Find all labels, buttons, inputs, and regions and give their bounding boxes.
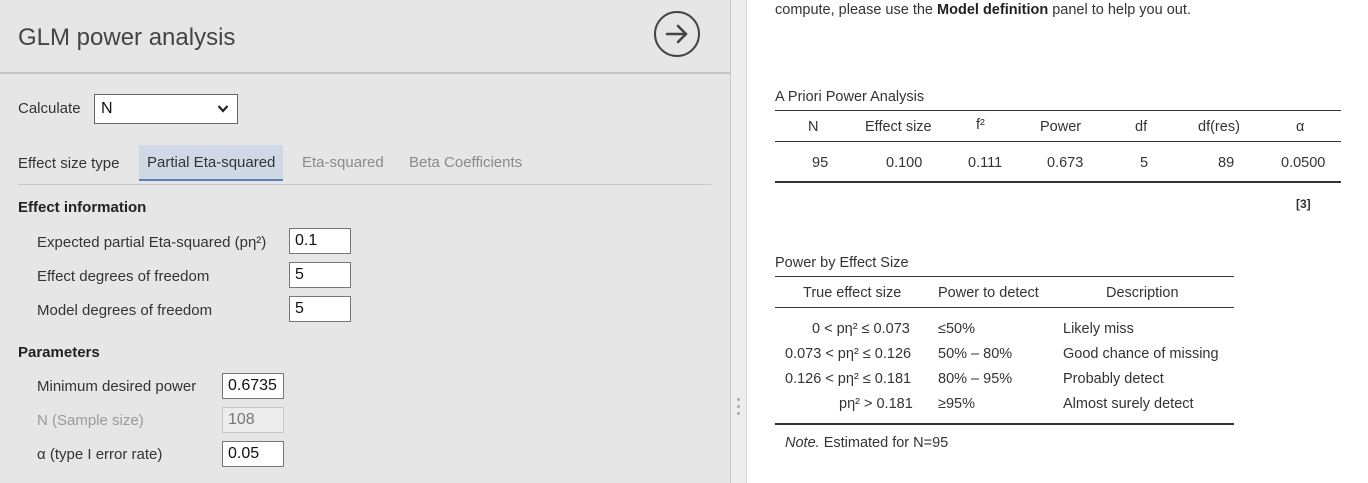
sample-size-input: 108: [222, 407, 284, 433]
power-effect-description: Almost surely detect: [1063, 396, 1194, 412]
grip-dot: [737, 398, 740, 401]
alpha-label: α (type I error rate): [37, 446, 163, 463]
effect-size-tabs: Partial Eta-squared Eta-squared Beta Coe…: [18, 145, 711, 185]
apriori-header-rule: [775, 141, 1341, 142]
effect-df-input[interactable]: 5: [289, 262, 351, 288]
apriori-header-dfres: df(res): [1198, 119, 1240, 135]
power-effect-header-rule: [775, 307, 1234, 308]
note-label: Note.: [785, 435, 820, 451]
expected-eta-label: Expected partial Eta-squared (pη²): [37, 234, 267, 251]
model-definition-link-text: Model definition: [937, 2, 1049, 18]
panel-title: GLM power analysis: [18, 24, 236, 51]
power-effect-power: 80% – 95%: [938, 371, 1013, 387]
apriori-top-rule: [775, 110, 1341, 111]
apriori-cell-alpha: 0.0500: [1281, 155, 1326, 171]
expected-eta-input[interactable]: 0.1: [289, 228, 351, 254]
grip-dot: [737, 405, 740, 408]
apriori-header-effect-size: Effect size: [865, 119, 932, 135]
power-effect-range: 0.073 < pη² ≤ 0.126: [785, 346, 912, 362]
apriori-cell-n: 95: [812, 155, 829, 171]
power-effect-power: ≤50%: [938, 321, 975, 337]
apriori-bottom-rule: [775, 181, 1341, 183]
power-effect-power: ≥95%: [938, 396, 975, 412]
intro-text-pre: compute, please use the: [775, 2, 938, 18]
intro-text: compute, please use the Model definition…: [775, 2, 1191, 18]
min-power-input[interactable]: 0.6735: [222, 373, 284, 399]
power-effect-range: 0.126 < pη² ≤ 0.181: [785, 371, 912, 387]
reference-marker[interactable]: [3]: [1296, 197, 1311, 211]
options-header: GLM power analysis: [0, 0, 730, 74]
panel-splitter[interactable]: [731, 0, 747, 483]
table-note: Note. Estimated for N=95: [785, 435, 948, 451]
tab-beta-coefficients[interactable]: Beta Coefficients: [409, 145, 522, 180]
power-effect-bottom-rule: [775, 423, 1234, 425]
power-effect-header-true-size: True effect size: [803, 285, 902, 301]
apriori-header-alpha: α: [1296, 119, 1305, 135]
apriori-cell-dfres: 89: [1218, 155, 1235, 171]
note-text: Estimated for N=95: [819, 435, 949, 451]
apriori-cell-f2: 0.111: [968, 155, 1003, 171]
power-effect-table-title: Power by Effect Size: [775, 255, 909, 271]
apriori-cell-df: 5: [1140, 155, 1149, 171]
apriori-header-f2: f²: [976, 117, 985, 133]
intro-text-post: panel to help you out.: [1048, 2, 1191, 18]
options-panel: GLM power analysis Calculate N Effect si…: [0, 0, 731, 483]
arrow-right-icon: [665, 24, 688, 44]
apriori-table-title: A Priori Power Analysis: [775, 89, 925, 105]
apriori-header-n: N: [808, 119, 819, 135]
apriori-cell-effect-size: 0.100: [886, 155, 923, 171]
model-df-input[interactable]: 5: [289, 296, 351, 322]
results-panel: compute, please use the Model definition…: [748, 0, 1368, 483]
apriori-cell-power: 0.673: [1047, 155, 1084, 171]
grip-dot: [737, 412, 740, 415]
apriori-header-power: Power: [1040, 119, 1082, 135]
power-effect-description: Likely miss: [1063, 321, 1134, 337]
min-power-label: Minimum desired power: [37, 378, 197, 395]
power-effect-top-rule: [775, 276, 1234, 277]
apriori-header-df: df: [1135, 119, 1148, 135]
model-df-label: Model degrees of freedom: [37, 302, 213, 319]
chevron-down-icon: [217, 105, 229, 113]
calculate-select[interactable]: N: [94, 94, 238, 124]
power-effect-description: Probably detect: [1063, 371, 1164, 387]
sample-size-label: N (Sample size): [37, 412, 144, 429]
alpha-input[interactable]: 0.05: [222, 441, 284, 467]
power-effect-range: pη² > 0.181: [839, 396, 913, 412]
effect-df-label: Effect degrees of freedom: [37, 268, 210, 285]
power-effect-power: 50% – 80%: [938, 346, 1013, 362]
power-effect-description: Good chance of missing: [1063, 346, 1219, 362]
power-effect-range: 0 < pη² ≤ 0.073: [812, 321, 910, 337]
tab-partial-eta-squared[interactable]: Partial Eta-squared: [139, 145, 284, 181]
calculate-value: N: [101, 100, 113, 117]
parameters-heading: Parameters: [18, 344, 100, 361]
calculate-label: Calculate: [18, 100, 81, 117]
effect-information-heading: Effect information: [18, 199, 147, 216]
tab-eta-squared[interactable]: Eta-squared: [302, 145, 384, 180]
power-effect-header-description: Description: [1106, 285, 1179, 301]
power-effect-header-power: Power to detect: [938, 285, 1039, 301]
run-analysis-button[interactable]: [654, 11, 700, 57]
